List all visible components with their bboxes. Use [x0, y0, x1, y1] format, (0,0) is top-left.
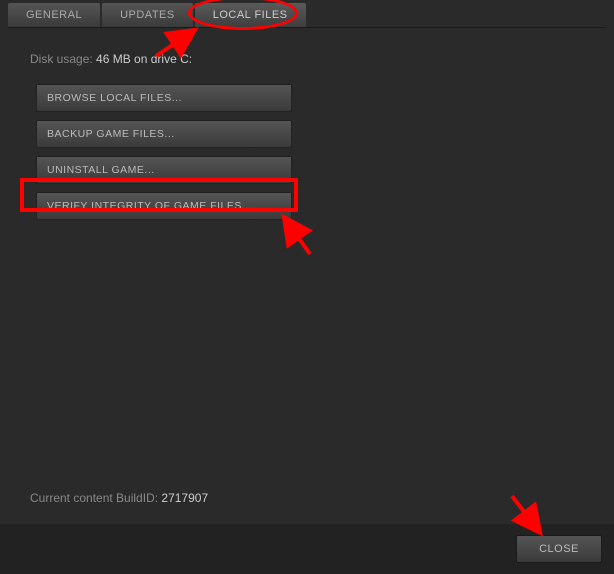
tab-local-files[interactable]: LOCAL FILES — [195, 3, 306, 27]
disk-usage-value: 46 MB on drive C: — [96, 52, 192, 66]
close-button[interactable]: CLOSE — [516, 535, 602, 563]
tab-updates[interactable]: UPDATES — [102, 3, 193, 27]
tab-general[interactable]: GENERAL — [8, 3, 100, 27]
content-area: Disk usage: 46 MB on drive C: BROWSE LOC… — [8, 27, 606, 515]
build-id-label: Current content BuildID: — [30, 491, 161, 505]
build-id: Current content BuildID: 2717907 — [30, 491, 208, 505]
tab-bar: GENERAL UPDATES LOCAL FILES — [0, 0, 614, 27]
footer: CLOSE — [0, 524, 614, 574]
button-list: BROWSE LOCAL FILES... BACKUP GAME FILES.… — [8, 84, 606, 220]
verify-integrity-button[interactable]: VERIFY INTEGRITY OF GAME FILES... — [36, 192, 292, 220]
build-id-value: 2717907 — [161, 491, 208, 505]
disk-usage: Disk usage: 46 MB on drive C: — [8, 52, 606, 66]
disk-usage-label: Disk usage: — [30, 52, 96, 66]
backup-game-files-button[interactable]: BACKUP GAME FILES... — [36, 120, 292, 148]
uninstall-game-button[interactable]: UNINSTALL GAME... — [36, 156, 292, 184]
browse-local-files-button[interactable]: BROWSE LOCAL FILES... — [36, 84, 292, 112]
